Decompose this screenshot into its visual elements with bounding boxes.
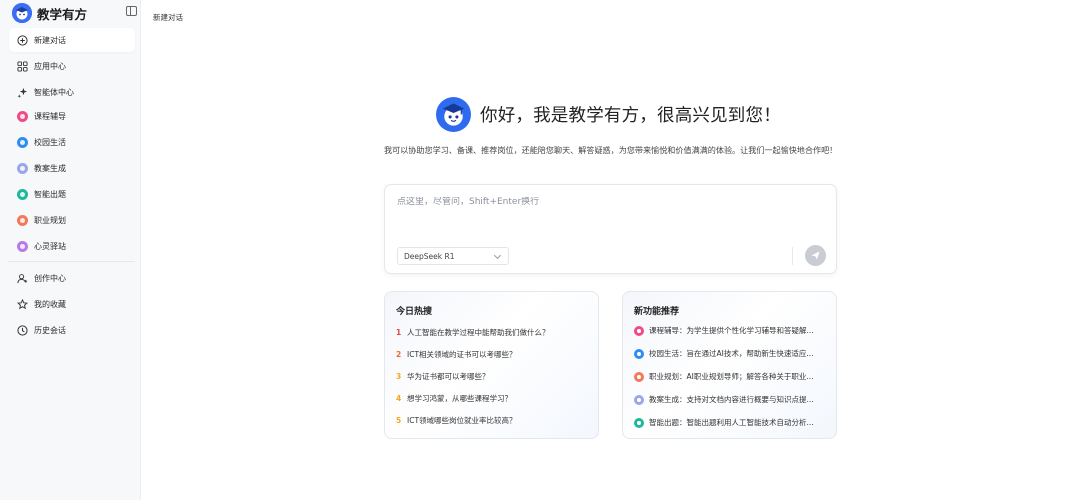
chat-input[interactable] — [397, 197, 817, 207]
brand: 教学有方 — [0, 0, 140, 26]
sidebar-item-favorites[interactable]: 我的收藏 — [9, 292, 135, 316]
brand-logo-icon — [12, 3, 32, 23]
hot-text: ICT相关领域的证书可以考哪些？ — [407, 350, 517, 359]
sidebar-item-campus-life[interactable]: 校园生活 — [9, 130, 135, 154]
feature-text: 教案生成：支持对文档内容进行概要与知识点提... — [649, 395, 814, 404]
sidebar-item-creation-center[interactable]: 创作中心 — [9, 266, 135, 290]
sidebar-item-career-planning[interactable]: 职业规划 — [9, 208, 135, 232]
feature-text: 智能出题：智能出题利用人工智能技术自动分析... — [649, 418, 814, 427]
smart-quiz-icon — [17, 188, 28, 200]
hot-rank: 5 — [396, 416, 402, 425]
new-features-card: 新功能推荐 课程辅导：为学生提供个性化学习辅导和答疑解... 校园生活：旨在通过… — [622, 291, 837, 439]
campus-life-icon — [17, 136, 28, 148]
hot-search-title: 今日热搜 — [396, 307, 433, 317]
sidebar-item-label: 智能体中心 — [34, 87, 74, 97]
sidebar-item-label: 教案生成 — [34, 163, 66, 173]
user-plus-icon — [17, 273, 28, 284]
hot-text: ICT领域哪些岗位就业率比较高？ — [407, 416, 517, 425]
smart-quiz-icon — [634, 417, 644, 428]
campus-life-icon — [634, 348, 644, 359]
model-select-value: DeepSeek R1 — [404, 251, 455, 261]
send-button[interactable] — [805, 245, 826, 266]
feature-item[interactable]: 校园生活：旨在通过AI技术，帮助新生快速适应... — [634, 348, 830, 359]
hero-header: 你好，我是教学有方，很高兴见到您！ — [436, 97, 781, 132]
chat-composer: DeepSeek R1 — [384, 184, 837, 274]
feature-text: 课程辅导：为学生提供个性化学习辅导和答疑解... — [649, 326, 814, 335]
sidebar-item-soul-station[interactable]: 心灵驿站 — [9, 234, 135, 258]
feature-item[interactable]: 课程辅导：为学生提供个性化学习辅导和答疑解... — [634, 325, 830, 336]
sidebar-collapse-icon[interactable] — [126, 6, 137, 16]
sidebar-item-app-center[interactable]: 应用中心 — [9, 54, 135, 78]
hot-text: 想学习鸿蒙，从哪些课程学习？ — [407, 394, 512, 403]
sidebar-item-label: 我的收藏 — [34, 299, 66, 309]
feature-item[interactable]: 教案生成：支持对文档内容进行概要与知识点提... — [634, 394, 830, 405]
hot-text: 人工智能在教学过程中能帮助我们做什么？ — [407, 328, 550, 337]
lesson-plan-icon — [634, 394, 644, 405]
sidebar-item-label: 课程辅导 — [34, 111, 66, 121]
hot-rank: 4 — [396, 394, 402, 403]
sidebar-item-label: 智能出题 — [34, 189, 66, 199]
hero-title: 你好，我是教学有方，很高兴见到您！ — [480, 106, 781, 126]
sidebar-divider — [8, 261, 135, 262]
feature-text: 校园生活：旨在通过AI技术，帮助新生快速适应... — [649, 349, 814, 358]
hot-rank: 1 — [396, 328, 402, 337]
hot-text: 华为证书都可以考哪些？ — [407, 372, 490, 381]
chevron-down-icon — [493, 251, 502, 260]
lesson-plan-icon — [17, 162, 28, 174]
sidebar-item-smart-quiz[interactable]: 智能出题 — [9, 182, 135, 206]
assistant-avatar-icon — [436, 97, 471, 132]
clock-icon — [17, 324, 28, 336]
course-tutoring-icon — [17, 110, 28, 122]
sidebar-item-label: 新建对话 — [34, 35, 66, 45]
hot-rank: 3 — [396, 372, 402, 381]
sidebar-item-label: 心灵驿站 — [34, 241, 66, 251]
hot-rank: 2 — [396, 350, 402, 359]
sidebar-item-new-chat[interactable]: 新建对话 — [9, 28, 135, 52]
course-tutoring-icon — [634, 325, 644, 336]
sidebar-item-history[interactable]: 历史会话 — [9, 318, 135, 342]
career-planning-icon — [17, 214, 28, 226]
hot-search-card: 今日热搜 1 人工智能在教学过程中能帮助我们做什么？ 2 ICT相关领域的证书可… — [384, 291, 599, 439]
sidebar-item-label: 应用中心 — [34, 61, 66, 71]
page-tab-title: 新建对话 — [153, 13, 183, 22]
sidebar-item-label: 创作中心 — [34, 273, 66, 283]
feature-item[interactable]: 智能出题：智能出题利用人工智能技术自动分析... — [634, 417, 830, 428]
career-planning-icon — [634, 371, 644, 382]
hot-search-item[interactable]: 5 ICT领域哪些岗位就业率比较高？ — [396, 415, 591, 426]
hot-search-item[interactable]: 4 想学习鸿蒙，从哪些课程学习？ — [396, 393, 591, 404]
send-icon — [811, 251, 820, 260]
composer-divider — [792, 247, 793, 265]
star-icon — [17, 298, 28, 310]
hot-search-item[interactable]: 2 ICT相关领域的证书可以考哪些？ — [396, 349, 591, 360]
sidebar-item-label: 职业规划 — [34, 215, 66, 225]
plus-circle-icon — [17, 34, 28, 46]
soul-station-icon — [17, 240, 28, 252]
feature-item[interactable]: 职业规划：AI职业规划导师；解答各种关于职业... — [634, 371, 830, 382]
sidebar: 教学有方 新建对话 应用中心 智能体中心 课程辅导 校园生活 教案生成 智能出题… — [0, 0, 141, 500]
brand-name: 教学有方 — [37, 6, 88, 22]
sidebar-item-label: 历史会话 — [34, 325, 66, 335]
main-area: 新建对话 你好，我是教学有方，很高兴见到您！ 我可以协助您学习、备课、推荐岗位，… — [141, 0, 1080, 500]
sidebar-item-lesson-plan[interactable]: 教案生成 — [9, 156, 135, 180]
sidebar-item-course-tutoring[interactable]: 课程辅导 — [9, 104, 135, 128]
new-features-title: 新功能推荐 — [634, 307, 680, 317]
model-select[interactable]: DeepSeek R1 — [397, 247, 509, 265]
intro-text: 我可以协助您学习、备课、推荐岗位，还能陪您聊天、解答疑惑，为您带来愉悦和价值满满… — [384, 145, 838, 155]
grid-icon — [17, 60, 28, 72]
sidebar-item-agent-center[interactable]: 智能体中心 — [9, 80, 135, 104]
hot-search-item[interactable]: 3 华为证书都可以考哪些？ — [396, 371, 591, 382]
sidebar-item-label: 校园生活 — [34, 137, 66, 147]
feature-text: 职业规划：AI职业规划导师；解答各种关于职业... — [649, 372, 814, 381]
hot-search-item[interactable]: 1 人工智能在教学过程中能帮助我们做什么？ — [396, 327, 591, 338]
sparkle-icon — [17, 87, 28, 98]
